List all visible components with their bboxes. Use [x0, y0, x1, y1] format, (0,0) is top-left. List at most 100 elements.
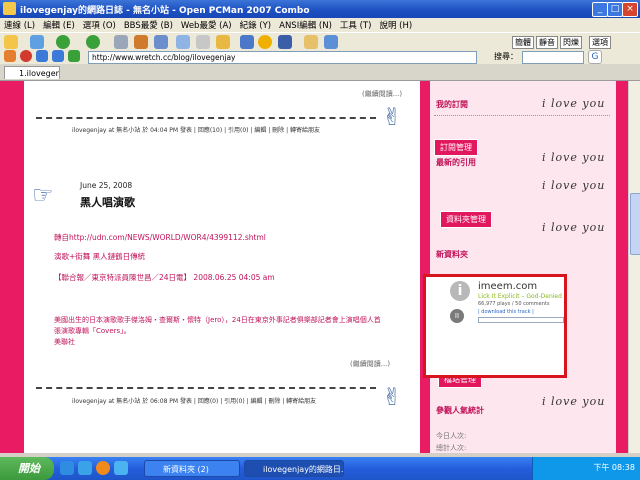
- scrollbar-thumb[interactable]: [630, 193, 640, 255]
- new-connection-icon[interactable]: [4, 35, 18, 49]
- menu-web-favorites[interactable]: Web最愛 (A): [177, 18, 236, 32]
- post-meta-2: ilovegenjay at 無名小站 於 06:08 PM 發表 | 回應(0…: [72, 398, 317, 405]
- stop-icon[interactable]: [134, 35, 148, 49]
- menu-bbs-favorites[interactable]: BBS最愛 (B): [120, 18, 177, 32]
- window-title: ilovegenjay的網路日誌 - 無名小站 - Open PCMan 200…: [20, 6, 310, 16]
- home-icon[interactable]: [4, 50, 16, 62]
- address-toolbar: http://www.wretch.cc/blog/ilovegenjay 搜尋…: [0, 50, 640, 65]
- options-dropdown[interactable]: 選項: [589, 36, 611, 49]
- taskbar-folder-label: 新資料夾 (2): [163, 465, 209, 474]
- imeem-track[interactable]: Lick It Explicit – God-Denied: [478, 293, 562, 300]
- settings-icon[interactable]: [258, 35, 272, 49]
- system-tray: 下午 08:38: [532, 457, 640, 480]
- quicklaunch-firefox-icon[interactable]: [96, 461, 110, 475]
- reload-icon[interactable]: [114, 35, 128, 49]
- main-toolbar: 簡體 靜音 閃爍 選項: [0, 32, 640, 52]
- info-icon[interactable]: [324, 35, 338, 49]
- close-button[interactable]: ×: [622, 2, 638, 17]
- start-label: 開始: [18, 462, 40, 475]
- view-icon[interactable]: [278, 35, 292, 49]
- refresh-icon[interactable]: [36, 50, 48, 62]
- back-icon[interactable]: [56, 35, 70, 49]
- menu-connect[interactable]: 連線 (L): [0, 18, 39, 32]
- stop-page-icon[interactable]: [20, 50, 32, 62]
- pointing-hand-icon: ☞: [32, 181, 54, 209]
- sidebar-divider: [434, 115, 610, 116]
- imeem-brand[interactable]: imeem.com: [478, 281, 537, 292]
- continue-reading-link-1[interactable]: (繼續閱讀...): [362, 89, 402, 99]
- app-icon: [3, 2, 16, 15]
- post-title[interactable]: 黑人唱演歌: [80, 194, 135, 210]
- minimize-button[interactable]: _: [592, 2, 608, 17]
- pause-icon[interactable]: II: [450, 309, 464, 323]
- divider-1: [36, 117, 376, 119]
- blog-sidebar: 我的訂閱 i love you 訂閱管理 最新的引用 i love you i …: [430, 81, 616, 453]
- page-forward-icon[interactable]: [68, 50, 80, 62]
- total-visits: 總計人次:: [436, 444, 467, 452]
- search-label: 搜尋：: [494, 52, 518, 61]
- progress-bar[interactable]: [478, 317, 564, 323]
- new-folder-heading: 新資料夾: [436, 250, 468, 259]
- copy-icon[interactable]: [154, 35, 168, 49]
- quicklaunch-media-icon[interactable]: [78, 461, 92, 475]
- folder-manage-button[interactable]: 資料夾管理: [440, 211, 492, 228]
- blink-option[interactable]: 閃爍: [560, 36, 582, 49]
- vertical-scrollbar[interactable]: [628, 81, 640, 453]
- divider-2: [36, 387, 376, 389]
- taskbar-browser-label: ilovegenjay的網路日...: [263, 465, 344, 474]
- paste-wrap-icon[interactable]: [196, 35, 210, 49]
- love-you-graphic-5: i love you: [542, 395, 606, 408]
- download-track-link[interactable]: | download this track |: [478, 309, 534, 315]
- post-meta-1: ilovegenjay at 無名小站 於 04:04 PM 發表 | 回應(1…: [72, 127, 320, 134]
- taskbar-folder-item[interactable]: 新資料夾 (2): [144, 460, 240, 477]
- quicklaunch-desktop-icon[interactable]: [114, 461, 128, 475]
- peace-hand-icon: ✌: [382, 103, 403, 131]
- clock: 下午 08:38: [593, 463, 635, 472]
- forward-icon[interactable]: [86, 35, 100, 49]
- my-subscriptions-heading: 我的訂閱: [436, 100, 468, 109]
- love-you-graphic-3: i love you: [542, 179, 606, 192]
- menu-history[interactable]: 紀錄 (Y): [236, 18, 276, 32]
- menu-tools[interactable]: 工具 (T): [336, 18, 376, 32]
- love-you-graphic-2: i love you: [542, 151, 606, 164]
- simplified-chinese-option[interactable]: 簡體: [512, 36, 534, 49]
- post-subtitle: 演歌+街舞 黑人鏈鶴日傳統: [54, 252, 146, 261]
- subscription-manage-button[interactable]: 訂閱管理: [434, 139, 478, 156]
- popularity-heading: 參觀人氣統計: [436, 406, 484, 415]
- keyword-icon[interactable]: [240, 35, 254, 49]
- favorites-icon[interactable]: [216, 35, 230, 49]
- post-body-line-3: 美聯社: [54, 338, 75, 346]
- paste-icon[interactable]: [176, 35, 190, 49]
- web-viewport: (繼續閱讀...) ✌ ilovegenjay at 無名小站 於 04:04 …: [0, 81, 628, 453]
- mute-option[interactable]: 靜音: [536, 36, 558, 49]
- address-input[interactable]: http://www.wretch.cc/blog/ilovegenjay: [88, 51, 477, 64]
- post-source-link[interactable]: 轉自http://udn.com/NEWS/WORLD/WOR4/4399112…: [54, 232, 266, 243]
- taskbar-browser-item[interactable]: ilovegenjay的網路日...: [244, 460, 344, 477]
- start-button[interactable]: 開始: [0, 457, 54, 480]
- google-icon[interactable]: G: [588, 50, 602, 64]
- ansi-icon[interactable]: [304, 35, 318, 49]
- continue-reading-link-2[interactable]: (繼續閱讀...): [350, 359, 390, 369]
- menu-bar: 連線 (L) 編輯 (E) 選項 (O) BBS最愛 (B) Web最愛 (A) 紀錄 (…: [0, 18, 640, 32]
- tab-bar: 1.ilovegenjay: [0, 64, 640, 81]
- taskbar: 開始 新資料夾 (2) ilovegenjay的網路日... 下午 08:38: [0, 457, 640, 480]
- post-byline: 【聯合報／東京特派員陳世昌／24日電】 2008.06.25 04:05 am: [54, 273, 275, 282]
- quicklaunch-ie-icon[interactable]: [60, 461, 74, 475]
- menu-help[interactable]: 說明 (H): [375, 18, 416, 32]
- love-you-graphic-4: i love you: [542, 221, 606, 234]
- search-input[interactable]: [522, 51, 584, 64]
- menu-options[interactable]: 選項 (O): [79, 18, 120, 32]
- love-you-graphic-1: i love you: [542, 97, 606, 110]
- maximize-button[interactable]: □: [607, 2, 623, 17]
- post-body-line-2: 張演歌專輯「Covers」。: [54, 327, 131, 335]
- tab-ilovegenjay[interactable]: 1.ilovegenjay: [4, 66, 60, 79]
- menu-ansi-editor[interactable]: ANSI編輯 (N): [275, 18, 336, 32]
- post-body-line-1: 美國出生的日本演歌歌手傑洛姆・查爾斯・懷特（Jero），24日在東京外事記者俱樂…: [54, 316, 381, 324]
- left-border-strip: [0, 81, 24, 453]
- title-bar: ilovegenjay的網路日誌 - 無名小站 - Open PCMan 200…: [0, 0, 640, 18]
- quick-connect-icon[interactable]: [30, 35, 44, 49]
- page-back-icon[interactable]: [52, 50, 64, 62]
- today-visits: 今日人次:: [436, 432, 467, 440]
- post-date: June 25, 2008: [80, 181, 133, 190]
- menu-edit[interactable]: 編輯 (E): [39, 18, 79, 32]
